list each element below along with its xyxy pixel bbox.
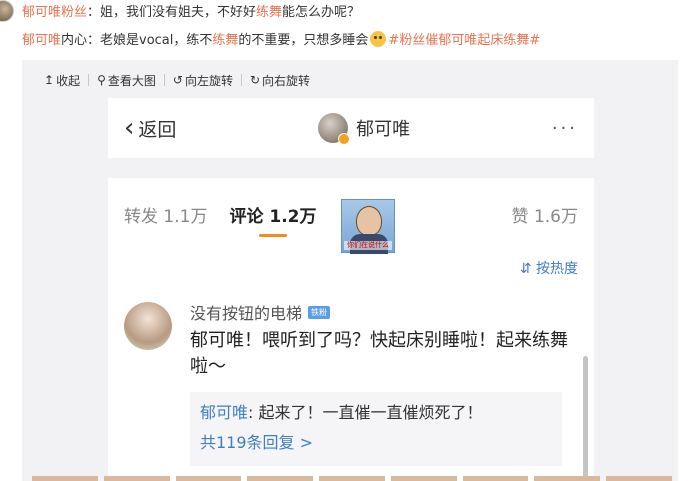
image-toolbar: ↥ 收起 ⚲ 查看大图 ↺ 向左旋转 ↻ 向右旋转 bbox=[22, 70, 318, 90]
reply-text: : 起来了！一直催一直催烦死了！ bbox=[248, 403, 483, 422]
image-viewer: ↥ 收起 ⚲ 查看大图 ↺ 向左旋转 ↻ 向右旋转 ‹ 返回 郁可唯 ··· 转发 1.1… bbox=[22, 60, 678, 481]
thumbnail[interactable] bbox=[247, 476, 314, 481]
view-large-label: 查看大图 bbox=[107, 73, 156, 88]
thumbnail[interactable] bbox=[103, 476, 170, 481]
title-text: 郁可唯 bbox=[356, 119, 411, 140]
tab-repost[interactable]: 转发 1.1万 bbox=[124, 202, 207, 227]
avatar[interactable] bbox=[124, 302, 172, 350]
rotate-right-button[interactable]: ↻ 向右旋转 bbox=[242, 72, 318, 89]
reply-author[interactable]: 郁可唯 bbox=[200, 403, 248, 422]
reply-preview[interactable]: 郁可唯: 起来了！一直催一直催烦死了！ 共119条回复 > bbox=[190, 392, 562, 466]
phone-header: ‹ 返回 郁可唯 ··· bbox=[108, 98, 594, 158]
author-link[interactable]: 郁可唯 bbox=[22, 33, 61, 48]
topic-tag-link[interactable]: #粉丝催郁可唯起床练舞# bbox=[388, 33, 540, 48]
comment-author[interactable]: 没有按钮的电梯 铁粉 bbox=[190, 300, 331, 324]
thumbnail[interactable] bbox=[462, 476, 529, 481]
meme-sticker: 你们在说什么 bbox=[341, 199, 395, 254]
comment-text: 郁可唯！喂听到了吗？快起床别睡啦！起来练舞啦～ bbox=[190, 330, 568, 377]
face-shape bbox=[356, 206, 382, 236]
post-line-2: 郁可唯内心：老娘是vocal，练不练舞的不重要，只想多睡会 #粉丝催郁可唯起床练舞… bbox=[22, 31, 540, 50]
post-line-1: 郁可唯粉丝：姐，我们没有姐夫，不好好练舞能怎么办呢？ bbox=[22, 4, 360, 22]
sort-button[interactable]: ⇵ 按热度 bbox=[520, 258, 578, 278]
tab-likes[interactable]: 赞 1.6万 bbox=[512, 202, 578, 227]
reply-line: 郁可唯: 起来了！一直催一直催烦死了！ bbox=[200, 398, 552, 428]
rotate-left-label: 向左旋转 bbox=[184, 73, 233, 88]
rotate-right-label: 向右旋转 bbox=[262, 73, 311, 88]
rotate-left-icon: ↺ bbox=[172, 73, 183, 87]
more-icon[interactable]: ··· bbox=[552, 118, 578, 139]
fan-badge: 铁粉 bbox=[308, 305, 331, 319]
scrollbar[interactable] bbox=[583, 356, 588, 481]
post-text: 的不重要，只想多睡会 bbox=[238, 33, 369, 48]
post-text: 内心：老娘是vocal，练不 bbox=[61, 33, 213, 48]
sticker-caption: 你们在说什么 bbox=[344, 241, 392, 250]
author-name: 没有按钮的电梯 bbox=[190, 304, 303, 323]
chevron-left-icon: ‹ bbox=[124, 113, 135, 143]
keyword-highlight: 练舞 bbox=[212, 33, 239, 48]
post-text: 能怎么办呢？ bbox=[282, 5, 361, 20]
author-link[interactable]: 郁可唯粉丝 bbox=[22, 5, 87, 20]
phone-screenshot[interactable]: ‹ 返回 郁可唯 ··· 转发 1.1万 评论 1.2万 赞 1.6万 你们在说什… bbox=[108, 98, 594, 481]
poster-avatar[interactable] bbox=[0, 0, 14, 22]
more-replies-link[interactable]: 共119条回复 > bbox=[200, 428, 552, 458]
rotate-left-button[interactable]: ↺ 向左旋转 bbox=[165, 72, 241, 89]
divider bbox=[108, 158, 594, 178]
collapse-label: 收起 bbox=[56, 73, 81, 88]
thumbnail[interactable] bbox=[606, 476, 673, 481]
thumbnail[interactable] bbox=[32, 476, 98, 481]
view-large-button[interactable]: ⚲ 查看大图 bbox=[89, 72, 164, 89]
rotate-right-icon: ↻ bbox=[249, 73, 261, 87]
emoji-icon bbox=[370, 31, 387, 47]
thumbnail[interactable] bbox=[534, 476, 601, 481]
collapse-icon: ↥ bbox=[44, 73, 55, 87]
back-label: 返回 bbox=[138, 118, 177, 141]
back-button[interactable]: ‹ 返回 bbox=[124, 115, 176, 142]
thumbnail-strip bbox=[32, 476, 673, 481]
magnifier-icon: ⚲ bbox=[97, 73, 106, 87]
keyword-highlight: 练舞 bbox=[256, 5, 283, 20]
page-title: 郁可唯 bbox=[318, 113, 411, 145]
sort-icon: ⇵ bbox=[519, 261, 536, 277]
thumbnail[interactable] bbox=[390, 476, 457, 481]
tab-comments[interactable]: 评论 1.2万 bbox=[229, 202, 317, 237]
sort-label: 按热度 bbox=[536, 261, 578, 277]
avatar bbox=[318, 113, 351, 145]
collapse-button[interactable]: ↥ 收起 bbox=[22, 72, 88, 89]
thumbnail[interactable] bbox=[175, 476, 242, 481]
post-text: ：姐，我们没有姐夫，不好好 bbox=[87, 5, 257, 20]
thumbnail[interactable] bbox=[319, 476, 385, 481]
